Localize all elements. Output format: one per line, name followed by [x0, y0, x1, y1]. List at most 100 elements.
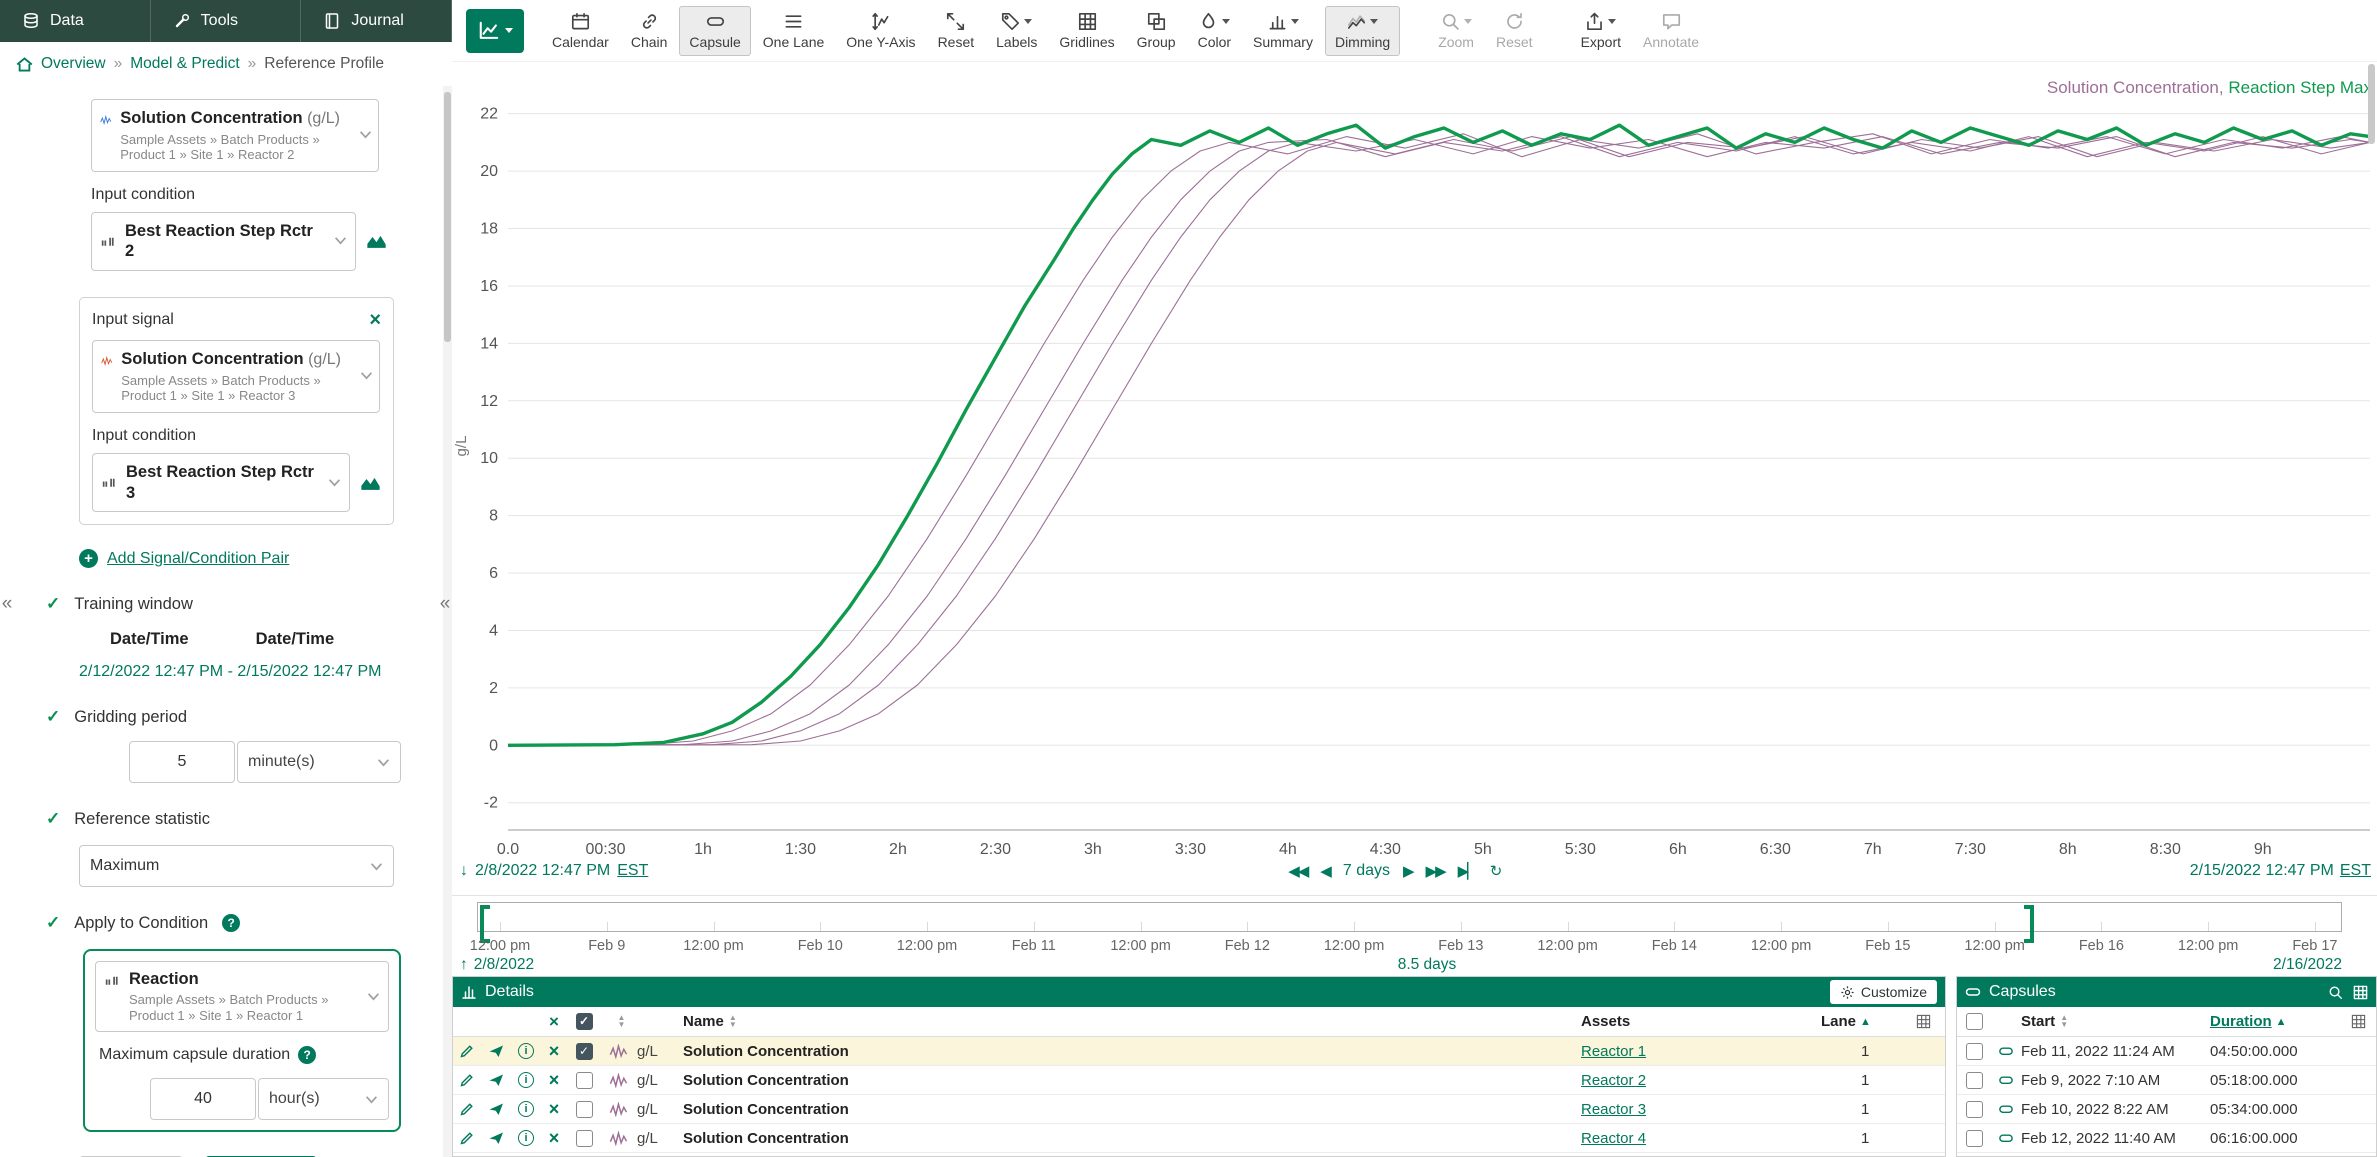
trend-chart[interactable]: -202468101214161820220.000:301h1:302h2:3…	[452, 62, 2377, 862]
toolbar-calendar-button[interactable]: Calendar	[542, 6, 619, 56]
input-signal-select[interactable]: Solution Concentration (g/L) Sample Asse…	[91, 99, 379, 172]
remove-icon[interactable]: ×	[541, 1041, 567, 1062]
toolbar-export-button[interactable]: Export	[1571, 6, 1631, 56]
capsule-table-row[interactable]: Feb 12, 2022 11:40 AM 06:16:00.000	[1957, 1124, 2376, 1153]
display-range-end[interactable]: 2/15/2022 12:47 PM	[2190, 862, 2334, 880]
home-icon[interactable]	[16, 56, 33, 73]
max-duration-unit-select[interactable]: hour(s)	[258, 1078, 389, 1120]
help-icon[interactable]: ?	[298, 1046, 316, 1064]
timezone-link[interactable]: EST	[617, 862, 648, 880]
legend-solution-concentration[interactable]: Solution Concentration,	[2047, 78, 2224, 97]
step-back-icon[interactable]: ◀	[1320, 862, 1330, 880]
toolbar-color-button[interactable]: Color	[1188, 6, 1241, 56]
display-range-start[interactable]: 2/8/2022 12:47 PM	[475, 862, 610, 880]
add-pair-link[interactable]: Add Signal/Condition Pair	[107, 550, 289, 568]
series-solution-concentration-reactor-2[interactable]	[508, 137, 2370, 746]
gridding-unit-select[interactable]: minute(s)	[237, 741, 401, 783]
name-column-header[interactable]: Name▲▼	[683, 1013, 1581, 1030]
asset-link[interactable]: Reactor 3	[1581, 1101, 1646, 1118]
toolbar-gridlines-button[interactable]: Gridlines	[1049, 6, 1124, 56]
area-chart-icon[interactable]	[360, 475, 381, 491]
capsule-table-row[interactable]: Feb 11, 2022 11:24 AM 04:50:00.000	[1957, 1037, 2376, 1066]
duration-column-header[interactable]: Duration▲	[2210, 1013, 2340, 1030]
area-chart-icon[interactable]	[366, 233, 387, 249]
asset-swap-icon[interactable]	[481, 1072, 511, 1088]
info-icon[interactable]: i	[511, 1043, 541, 1059]
training-end[interactable]: 2/15/2022 12:47 PM	[237, 663, 381, 680]
series-reaction-step-max[interactable]	[508, 125, 2370, 745]
asset-link[interactable]: Reactor 2	[1581, 1072, 1646, 1089]
asset-link[interactable]: Reactor 1	[1581, 1043, 1646, 1060]
step-forward-full-icon[interactable]: ▶▶	[1426, 862, 1445, 880]
row-checkbox[interactable]	[576, 1101, 593, 1118]
capsule-checkbox[interactable]	[1966, 1043, 1983, 1060]
capsule-table-row[interactable]: Feb 10, 2022 8:22 AM 05:34:00.000	[1957, 1095, 2376, 1124]
edit-pencil-icon[interactable]	[453, 1101, 481, 1117]
step-back-full-icon[interactable]: ◀◀	[1288, 862, 1307, 880]
series-solution-concentration-reactor-1[interactable]	[508, 134, 2370, 746]
row-checkbox[interactable]	[576, 1043, 593, 1060]
edit-pencil-icon[interactable]	[453, 1043, 481, 1059]
toolbar-annotate-button[interactable]: Annotate	[1633, 6, 1709, 56]
start-column-header[interactable]: Start▲▼	[2021, 1013, 2210, 1030]
display-range-duration[interactable]: 7 days	[1343, 862, 1390, 880]
help-icon[interactable]: ?	[222, 914, 240, 932]
toolbar-chain-button[interactable]: Chain	[621, 6, 678, 56]
toolbar-zoom-button[interactable]: Zoom	[1428, 6, 1484, 56]
toolbar-one-lane-button[interactable]: One Lane	[753, 6, 835, 56]
capsules-scrollbar-thumb[interactable]	[2368, 64, 2375, 144]
toolbar-one-y-axis-button[interactable]: One Y-Axis	[836, 6, 925, 56]
row-checkbox[interactable]	[576, 1130, 593, 1147]
collapse-left-handle[interactable]: «	[0, 588, 14, 620]
tab-journal[interactable]: Journal	[301, 0, 452, 42]
edit-pencil-icon[interactable]	[453, 1072, 481, 1088]
remove-all-icon[interactable]: ×	[541, 1012, 567, 1032]
view-selector-button[interactable]	[466, 9, 524, 53]
capsule-checkbox[interactable]	[1966, 1072, 1983, 1089]
tab-data[interactable]: Data	[0, 0, 151, 42]
search-icon[interactable]	[2328, 985, 2343, 1000]
breadcrumb-overview[interactable]: Overview	[41, 55, 106, 73]
refresh-icon[interactable]: ↻	[1490, 862, 1503, 880]
edit-pencil-icon[interactable]	[453, 1130, 481, 1146]
capsule-checkbox[interactable]	[1966, 1130, 1983, 1147]
collapse-tool-panel-handle[interactable]: «	[438, 588, 452, 620]
row-checkbox[interactable]	[576, 1072, 593, 1089]
details-table-row[interactable]: i × g/L Solution Concentration Reactor 4…	[453, 1124, 1945, 1153]
investigate-range-end[interactable]: 2/16/2022	[2273, 956, 2342, 974]
toolbar-summary-button[interactable]: Summary	[1243, 6, 1323, 56]
customize-button[interactable]: Customize	[1830, 980, 1937, 1004]
input-condition-select[interactable]: Best Reaction Step Rctr 2	[91, 212, 356, 271]
sort-icon[interactable]: ▲▼	[2060, 1015, 2068, 1028]
training-start[interactable]: 2/12/2022 12:47 PM	[79, 663, 223, 680]
investigate-range-duration[interactable]: 8.5 days	[1398, 956, 1457, 974]
remove-icon[interactable]: ×	[541, 1128, 567, 1149]
add-column-icon[interactable]	[1901, 1014, 1945, 1029]
add-column-icon[interactable]	[2340, 1014, 2376, 1029]
remove-pair-button[interactable]: ×	[369, 310, 381, 330]
tab-tools[interactable]: Tools	[151, 0, 302, 42]
legend-reaction-step-max[interactable]: Reaction Step Max	[2228, 78, 2372, 97]
lane-column-header[interactable]: Lane▲	[1821, 1013, 1901, 1030]
toolbar-labels-button[interactable]: Labels	[986, 6, 1047, 56]
capsule-table-row[interactable]: Feb 9, 2022 7:10 AM 05:18:00.000	[1957, 1066, 2376, 1095]
breadcrumb-model-predict[interactable]: Model & Predict	[130, 55, 239, 73]
reference-statistic-select[interactable]: Maximum	[79, 845, 394, 887]
go-to-end-icon[interactable]: ▶▏	[1458, 862, 1477, 880]
assets-column-header[interactable]: Assets	[1581, 1013, 1821, 1030]
info-icon[interactable]: i	[511, 1101, 541, 1117]
asset-swap-icon[interactable]	[481, 1043, 511, 1059]
investigate-range-start[interactable]: ↑2/8/2022	[460, 956, 534, 974]
gridding-value-input[interactable]	[129, 741, 235, 783]
asset-link[interactable]: Reactor 4	[1581, 1130, 1646, 1147]
remove-icon[interactable]: ×	[541, 1070, 567, 1091]
details-table-row[interactable]: i × g/L Solution Concentration Reactor 2…	[453, 1066, 1945, 1095]
select-all-checkbox[interactable]	[1966, 1013, 1983, 1030]
details-table-row[interactable]: i × g/L Solution Concentration Reactor 3…	[453, 1095, 1945, 1124]
toolbar-zoom-reset-button[interactable]: Reset	[1486, 6, 1543, 56]
input-signal-select[interactable]: Solution Concentration (g/L) Sample Asse…	[92, 340, 380, 413]
max-duration-input[interactable]	[150, 1078, 256, 1120]
remove-icon[interactable]: ×	[541, 1099, 567, 1120]
apply-condition-select[interactable]: Reaction Sample Assets » Batch Products …	[95, 961, 389, 1032]
details-table-row[interactable]: i × g/L Solution Concentration Reactor 1…	[453, 1037, 1945, 1066]
